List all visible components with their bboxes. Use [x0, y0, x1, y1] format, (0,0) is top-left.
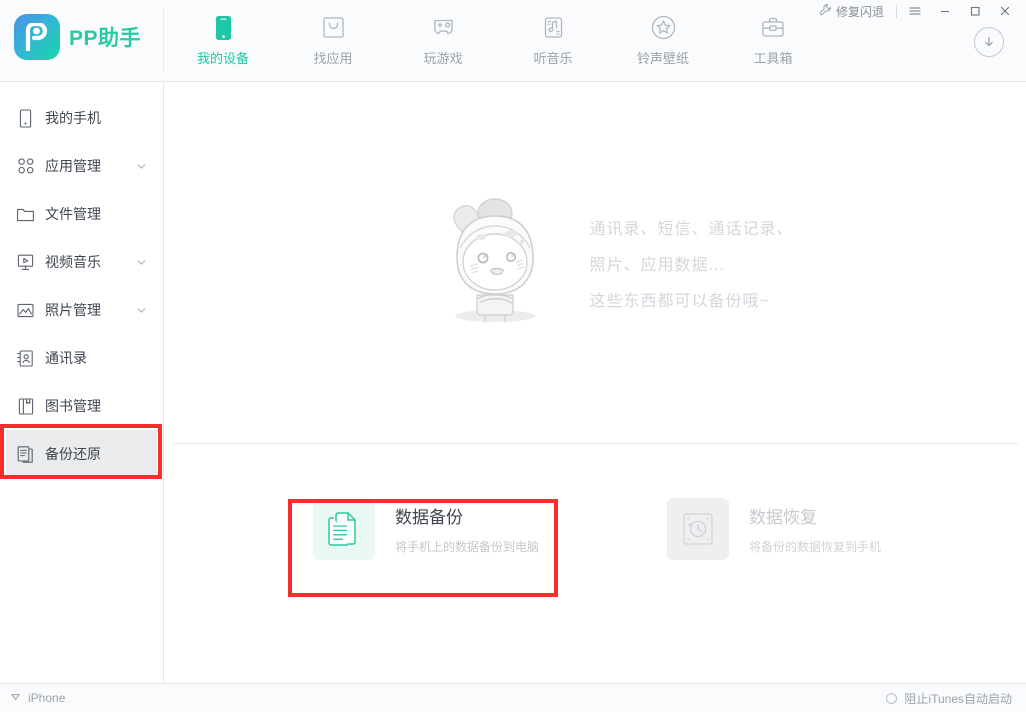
sidebar-item-label: 视频音乐 — [45, 254, 101, 270]
chevron-down-icon[interactable] — [136, 161, 147, 172]
play-box-icon — [16, 253, 35, 272]
photo-icon — [16, 301, 35, 320]
sidebar-item-video-music[interactable]: 视频音乐 — [6, 238, 157, 286]
card-title: 数据备份 — [395, 508, 463, 527]
backup-icon — [16, 445, 35, 464]
content-divider — [173, 443, 1018, 444]
sidebar-item-contacts[interactable]: 通讯录 — [6, 334, 157, 382]
data-restore-card: 数据恢复 将备份的数据恢复到手机 — [649, 482, 899, 576]
sidebar-item-label: 文件管理 — [45, 206, 101, 222]
chevron-down-icon[interactable] — [136, 305, 147, 316]
pp-logo-glyph — [25, 23, 48, 51]
pp-assistant-window: PP助手 我的设备 找应用 玩游戏 听音乐 铃声壁纸 工具箱 修复闪退 我的手机… — [0, 0, 1026, 712]
folder-icon — [16, 205, 35, 224]
sidebar-item-label: 通讯录 — [45, 350, 87, 366]
card-title: 数据恢复 — [749, 508, 818, 527]
nav-label: 我的设备 — [196, 51, 249, 66]
card-subtitle: 将手机上的数据备份到电脑 — [395, 540, 540, 554]
sidebar-item-book-management[interactable]: 图书管理 — [6, 382, 157, 430]
hero-line: 照片、应用数据... — [589, 256, 725, 274]
main-content: 通讯录、短信、通话记录、 照片、应用数据... 这些东西都可以备份哦~ 数据备份 — [165, 82, 1026, 683]
radio-circle-icon — [886, 692, 898, 704]
wrench-icon — [819, 3, 832, 19]
sidebar-item-app-management[interactable]: 应用管理 — [6, 142, 157, 190]
card-text: 数据恢复 将备份的数据恢复到手机 — [749, 503, 881, 555]
mascot-character-illustration — [437, 196, 555, 329]
chevron-down-icon[interactable] — [136, 257, 147, 268]
titlebar-divider — [896, 4, 897, 18]
device-label: iPhone — [28, 691, 66, 705]
close-icon[interactable] — [990, 0, 1020, 22]
status-bar: iPhone 阻止iTunes自动启动 — [0, 683, 1026, 712]
triangle-down-icon — [10, 691, 21, 705]
sidebar-item-photo-management[interactable]: 照片管理 — [6, 286, 157, 334]
grid-dots-icon — [16, 157, 35, 176]
clock-restore-icon — [667, 498, 730, 560]
sidebar: 我的手机 应用管理 文件管理 视频音乐 照片管理 通讯录 图书管理 备份还原 — [0, 82, 164, 683]
phone-outline-icon — [16, 108, 35, 128]
hamburger-menu-icon[interactable] — [900, 0, 930, 22]
block-itunes-label: 阻止iTunes自动启动 — [904, 691, 1012, 706]
hero-text-block: 通讯录、短信、通话记录、 照片、应用数据... 这些东西都可以备份哦~ — [589, 215, 793, 311]
book-icon — [16, 397, 35, 416]
card-subtitle: 将备份的数据恢复到手机 — [749, 540, 882, 554]
sidebar-item-label: 备份还原 — [45, 446, 101, 462]
sidebar-item-label: 应用管理 — [45, 158, 101, 174]
nav-label: 工具箱 — [753, 51, 793, 66]
block-itunes-toggle[interactable]: 阻止iTunes自动启动 — [886, 690, 1012, 707]
card-text: 数据备份 将手机上的数据备份到电脑 — [395, 503, 539, 555]
sidebar-item-my-phone[interactable]: 我的手机 — [6, 94, 157, 142]
hero-section: 通讯录、短信、通话记录、 照片、应用数据... 这些东西都可以备份哦~ — [165, 82, 1026, 443]
sidebar-item-label: 图书管理 — [45, 398, 101, 414]
nav-label: 玩游戏 — [423, 51, 463, 66]
nav-label: 铃声壁纸 — [636, 51, 689, 66]
hero-line: 通讯录、短信、通话记录、 — [589, 220, 794, 238]
maximize-icon[interactable] — [960, 0, 990, 22]
sidebar-item-file-management[interactable]: 文件管理 — [6, 190, 157, 238]
nav-label: 听音乐 — [533, 51, 573, 66]
window-titlebar: 修复闪退 — [0, 0, 1026, 22]
sidebar-item-label: 照片管理 — [45, 302, 101, 318]
contacts-icon — [16, 349, 35, 368]
sidebar-item-backup-restore[interactable]: 备份还原 — [6, 430, 157, 478]
minimize-icon[interactable] — [930, 0, 960, 22]
data-backup-card[interactable]: 数据备份 将手机上的数据备份到电脑 — [295, 482, 557, 576]
device-selector[interactable]: iPhone — [10, 691, 65, 705]
download-circle-icon[interactable] — [974, 27, 1004, 57]
sidebar-item-label: 我的手机 — [45, 110, 101, 126]
fix-crash-label: 修复闪退 — [835, 4, 884, 19]
app-logo-text: PP助手 — [69, 27, 142, 50]
documents-icon — [313, 498, 375, 560]
fix-crash-button[interactable]: 修复闪退 — [817, 3, 893, 20]
hero-line: 这些东西都可以备份哦~ — [589, 292, 770, 310]
action-cards: 数据备份 将手机上的数据备份到电脑 数据恢复 将备份的数据恢复到手机 — [165, 482, 1026, 576]
nav-label: 找应用 — [313, 51, 353, 66]
